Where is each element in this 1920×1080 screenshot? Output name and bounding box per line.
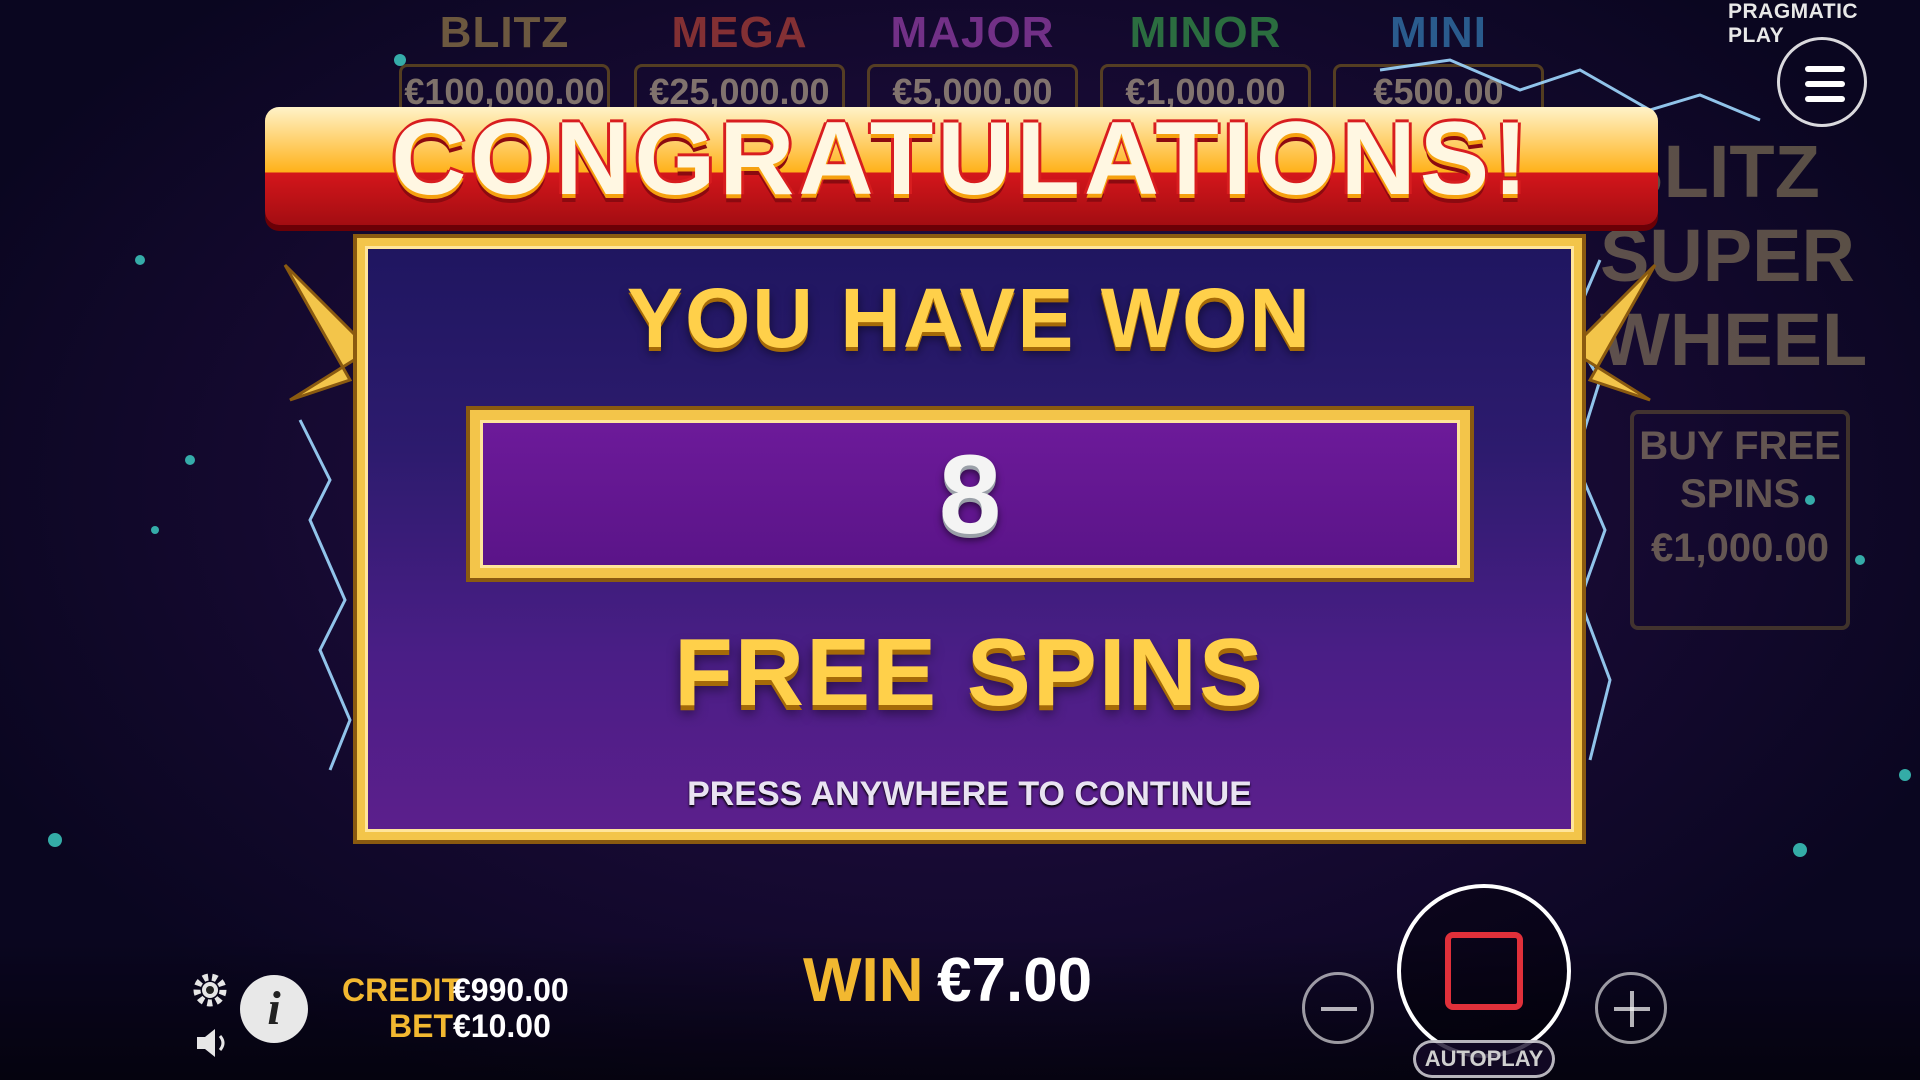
free-spin-count: 8	[938, 432, 1002, 557]
you-have-won-text: YOU HAVE WON	[626, 271, 1313, 365]
decrease-bet-button[interactable]	[1302, 972, 1374, 1044]
stop-icon[interactable]	[1445, 932, 1523, 1010]
credit-value: €990.00	[453, 972, 569, 1008]
bet-label: BET	[389, 1008, 453, 1044]
gold-spike-right-top	[1567, 263, 1657, 402]
free-spins-text: FREE SPINS	[674, 619, 1265, 726]
congrats-headline: CONGRATULATIONS!	[391, 101, 1532, 217]
info-icon[interactable]: i	[240, 975, 308, 1043]
continue-prompt[interactable]: PRESS ANYWHERE TO CONTINUE	[357, 775, 1582, 814]
gear-icon[interactable]	[190, 970, 230, 1010]
win-label: WIN	[803, 946, 924, 1015]
plus-icon-bar	[1630, 991, 1634, 1027]
bet-value: €10.00	[453, 1008, 551, 1044]
increase-bet-button[interactable]	[1595, 972, 1667, 1044]
credit-label: CREDIT	[342, 972, 462, 1008]
speaker-icon[interactable]	[193, 1025, 233, 1061]
win-value: €7.00	[937, 946, 1093, 1015]
lightning-bolt-left	[298, 419, 352, 771]
autoplay-button[interactable]: AUTOPLAY	[1413, 1040, 1555, 1078]
minus-icon	[1321, 1007, 1357, 1011]
